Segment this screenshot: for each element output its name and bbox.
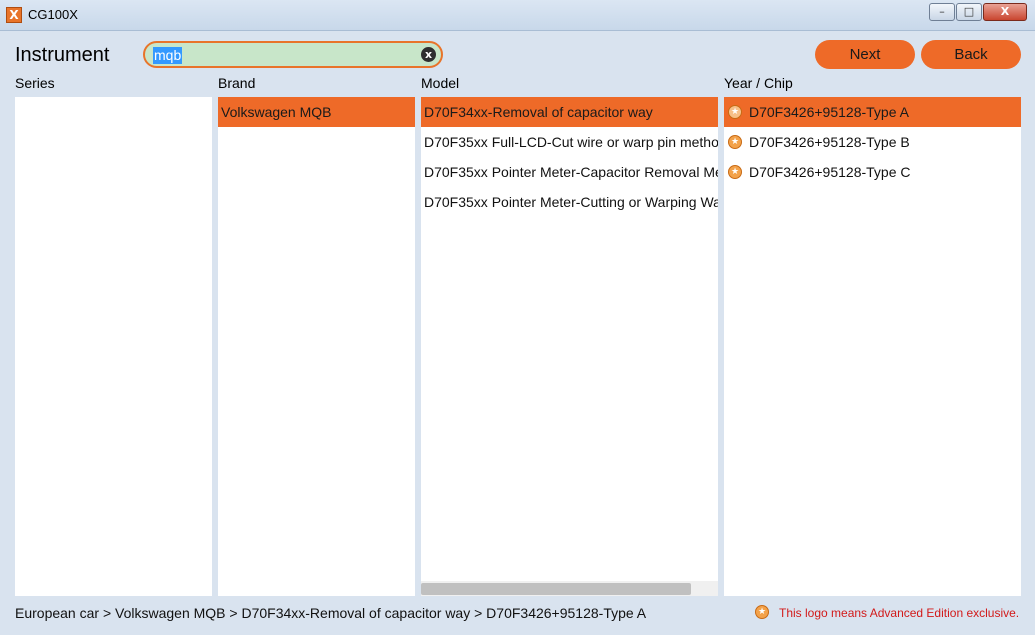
model-list-item[interactable]: D70F35xx Pointer Meter-Capacitor Removal… <box>421 157 718 187</box>
year-chip-list-item[interactable]: ★ D70F3426+95128-Type A <box>724 97 1021 127</box>
page-title: Instrument <box>15 44 110 66</box>
brand-list-item[interactable]: Volkswagen MQB <box>218 97 415 127</box>
breadcrumb: European car > Volkswagen MQB > D70F34xx… <box>15 605 647 621</box>
brand-column-label: Brand <box>218 75 256 91</box>
year-chip-label: D70F3426+95128-Type B <box>749 134 910 150</box>
title-bar: X CG100X – □ X <box>0 0 1035 31</box>
advanced-edition-icon: ★ <box>728 135 742 149</box>
brand-list[interactable]: Volkswagen MQB <box>218 97 415 596</box>
year-chip-column-label: Year / Chip <box>724 75 793 91</box>
clear-icon[interactable]: x <box>421 47 436 62</box>
year-chip-label: D70F3426+95128-Type C <box>749 164 911 180</box>
advanced-edition-icon: ★ <box>728 165 742 179</box>
model-list-item[interactable]: D70F35xx Full-LCD-Cut wire or warp pin m… <box>421 127 718 157</box>
series-column-label: Series <box>15 75 55 91</box>
year-chip-list-item[interactable]: ★ D70F3426+95128-Type B <box>724 127 1021 157</box>
back-button[interactable]: Back <box>921 40 1021 69</box>
year-chip-label: D70F3426+95128-Type A <box>749 104 909 120</box>
next-button[interactable]: Next <box>815 40 915 69</box>
maximize-button[interactable]: □ <box>956 3 982 21</box>
series-list[interactable] <box>15 97 212 596</box>
horizontal-scrollbar[interactable] <box>421 581 718 596</box>
scrollbar-thumb[interactable] <box>421 583 691 595</box>
advanced-edition-legend: ★ This logo means Advanced Edition exclu… <box>755 605 1019 621</box>
window-title: CG100X <box>28 7 78 22</box>
search-input[interactable]: mqb <box>153 47 183 64</box>
close-button[interactable]: X <box>983 3 1027 21</box>
model-list-item[interactable]: D70F34xx-Removal of capacitor way <box>421 97 718 127</box>
model-list[interactable]: D70F34xx-Removal of capacitor way D70F35… <box>421 97 718 596</box>
advanced-edition-icon: ★ <box>755 605 769 619</box>
legend-text: This logo means Advanced Edition exclusi… <box>779 606 1020 620</box>
model-column-label: Model <box>421 75 460 91</box>
model-list-item[interactable]: D70F35xx Pointer Meter-Cutting or Warpin… <box>421 187 718 217</box>
advanced-edition-icon: ★ <box>728 105 742 119</box>
app-logo-icon: X <box>6 7 22 23</box>
year-chip-list-item[interactable]: ★ D70F3426+95128-Type C <box>724 157 1021 187</box>
minimize-button[interactable]: – <box>929 3 955 21</box>
search-box[interactable]: mqb x <box>143 41 443 68</box>
year-chip-list[interactable]: ★ D70F3426+95128-Type A ★ D70F3426+95128… <box>724 97 1021 596</box>
